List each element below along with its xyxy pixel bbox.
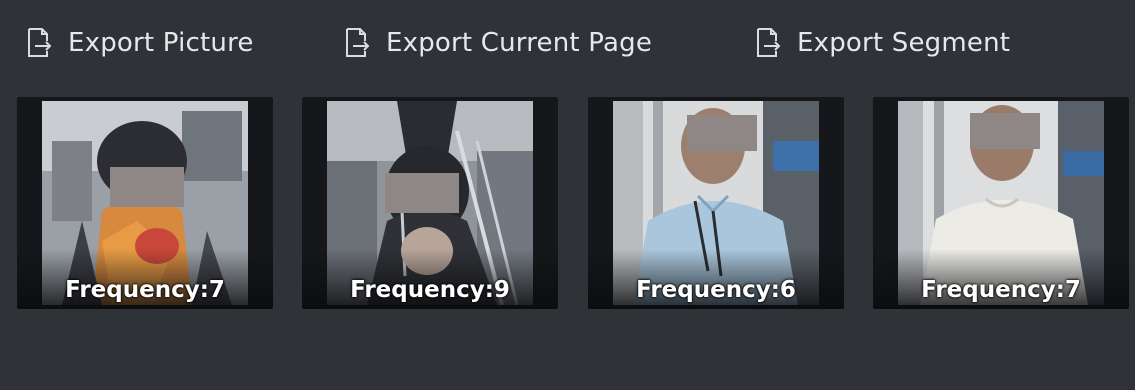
face-result-card[interactable]: Frequency:6 — [588, 97, 844, 309]
export-toolbar: Export Picture Export Current Page Expor… — [0, 0, 1135, 84]
face-result-card[interactable]: Frequency:7 — [17, 97, 273, 309]
export-document-icon — [755, 27, 783, 59]
export-segment-button[interactable]: Export Segment — [755, 22, 1010, 64]
export-picture-label: Export Picture — [68, 28, 254, 58]
frequency-label: Frequency:9 — [350, 277, 510, 303]
export-current-page-label: Export Current Page — [386, 28, 653, 58]
export-document-icon — [26, 27, 54, 59]
frequency-label: Frequency:7 — [921, 277, 1081, 303]
export-current-page-button[interactable]: Export Current Page — [344, 22, 652, 64]
frequency-label: Frequency:7 — [65, 277, 225, 303]
frequency-label: Frequency:6 — [636, 277, 796, 303]
face-result-card[interactable]: Frequency:7 — [873, 97, 1129, 309]
export-segment-label: Export Segment — [797, 28, 1011, 58]
face-result-card[interactable]: Frequency:9 — [302, 97, 558, 309]
export-picture-button[interactable]: Export Picture — [26, 22, 254, 64]
export-document-icon — [344, 27, 372, 59]
